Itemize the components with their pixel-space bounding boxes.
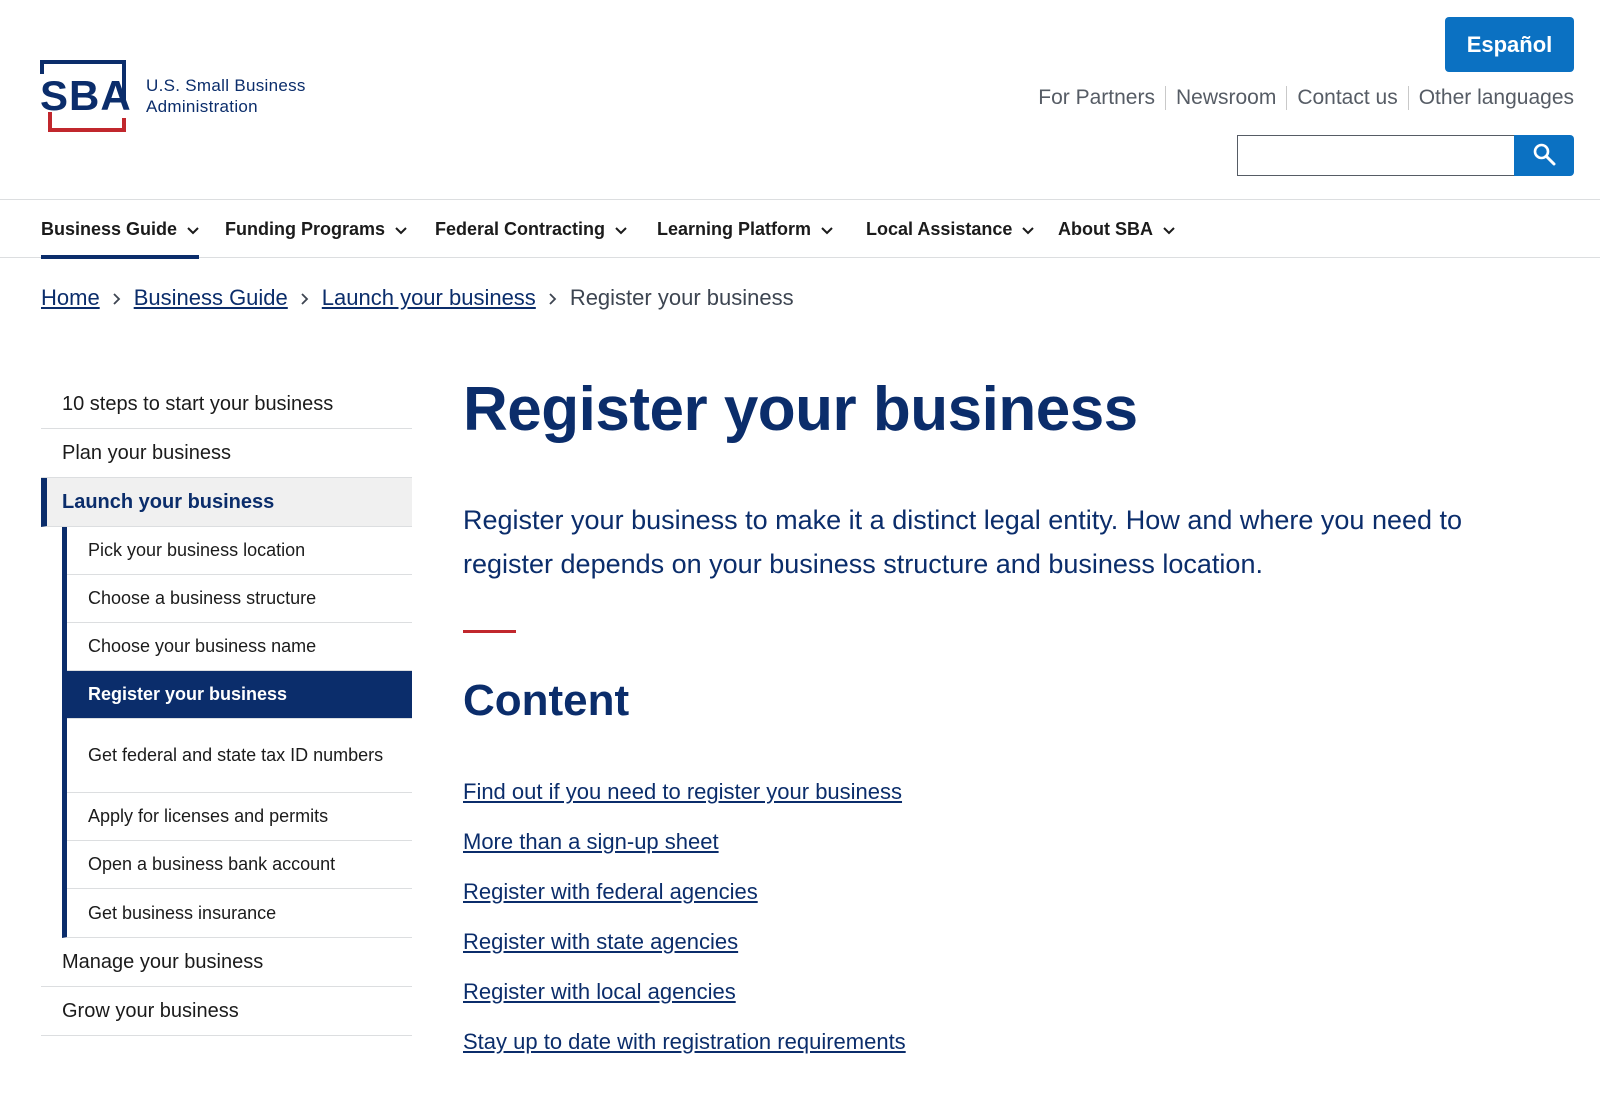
for-partners-link[interactable]: For Partners <box>1038 86 1165 110</box>
intro-paragraph: Register your business to make it a dist… <box>463 505 1463 579</box>
nav-learning-platform[interactable]: Learning Platform <box>657 200 833 258</box>
espanol-button[interactable]: Español <box>1445 17 1574 72</box>
logo-line-2: Administration <box>146 97 258 116</box>
nav-funding-programs[interactable]: Funding Programs <box>225 200 407 258</box>
sidebar-sub-item-name[interactable]: Choose your business name <box>67 623 412 671</box>
breadcrumb-launch-your-business[interactable]: Launch your business <box>322 285 536 311</box>
sidebar-sub-item-licenses[interactable]: Apply for licenses and permits <box>67 793 412 841</box>
table-of-contents: Find out if you need to register your bu… <box>463 779 1563 1079</box>
accent-divider <box>463 630 516 633</box>
nav-label: About SBA <box>1058 218 1153 239</box>
list-item: Register with state agencies <box>463 929 1563 979</box>
contact-us-link[interactable]: Contact us <box>1286 86 1407 110</box>
nav-label: Local Assistance <box>866 218 1013 239</box>
toc-link-stay-up-to-date[interactable]: Stay up to date with registration requir… <box>463 1029 906 1054</box>
chevron-down-icon <box>821 219 833 240</box>
chevron-down-icon <box>615 219 627 240</box>
chevron-down-icon <box>1163 219 1175 240</box>
nav-federal-contracting[interactable]: Federal Contracting <box>435 200 627 258</box>
nav-label: Funding Programs <box>225 218 386 239</box>
nav-label: Learning Platform <box>657 218 812 239</box>
list-item: Register with local agencies <box>463 979 1563 1029</box>
toc-link-find-out[interactable]: Find out if you need to register your bu… <box>463 779 902 804</box>
chevron-right-icon <box>549 285 557 311</box>
breadcrumb: Home Business Guide Launch your business… <box>41 285 794 311</box>
nav-local-assistance[interactable]: Local Assistance <box>866 200 1035 258</box>
logo-line-1: U.S. Small Business <box>146 76 306 95</box>
sba-logo[interactable]: SBA U.S. Small Business Administration <box>40 60 306 132</box>
chevron-right-icon <box>113 285 121 311</box>
search-form <box>1237 135 1574 176</box>
toc-link-local[interactable]: Register with local agencies <box>463 979 736 1004</box>
sidebar-item-plan[interactable]: Plan your business <box>41 429 412 478</box>
breadcrumb-current: Register your business <box>569 285 794 310</box>
site-header: SBA U.S. Small Business Administration E… <box>0 0 1600 200</box>
utility-links: For Partners Newsroom Contact us Other l… <box>1038 86 1574 110</box>
sidebar-sub-item-insurance[interactable]: Get business insurance <box>67 889 412 937</box>
sidebar-sub-item-register[interactable]: Register your business <box>67 671 412 719</box>
nav-business-guide[interactable]: Business Guide <box>41 200 200 259</box>
chevron-down-icon <box>1022 219 1035 240</box>
page-title: Register your business <box>463 375 1138 444</box>
breadcrumb-business-guide[interactable]: Business Guide <box>134 285 288 311</box>
search-button[interactable] <box>1514 135 1574 176</box>
sidebar-sub-item-location[interactable]: Pick your business location <box>67 527 412 575</box>
search-input[interactable] <box>1237 135 1514 176</box>
nav-about-sba[interactable]: About SBA <box>1058 200 1175 258</box>
list-item: Register with federal agencies <box>463 879 1563 929</box>
sba-logo-mark: SBA <box>40 60 132 132</box>
sidebar-sub-item-bank-account[interactable]: Open a business bank account <box>67 841 412 889</box>
side-navigation: 10 steps to start your business Plan you… <box>41 380 412 1036</box>
sba-logo-text: U.S. Small Business Administration <box>146 75 306 117</box>
svg-text:SBA: SBA <box>40 72 132 119</box>
sidebar-item-10-steps[interactable]: 10 steps to start your business <box>41 380 412 429</box>
chevron-down-icon <box>187 219 199 240</box>
breadcrumb-home[interactable]: Home <box>41 285 100 311</box>
list-item: More than a sign-up sheet <box>463 829 1563 879</box>
other-languages-link[interactable]: Other languages <box>1407 86 1574 110</box>
sidebar-sub-item-structure[interactable]: Choose a business structure <box>67 575 412 623</box>
primary-nav: Business Guide Funding Programs Federal … <box>0 200 1600 259</box>
main-content: Register your business Register your bus… <box>463 370 1563 1079</box>
sidebar-item-manage[interactable]: Manage your business <box>41 938 412 987</box>
sidebar-sub-list: Pick your business location Choose a bus… <box>62 527 412 938</box>
newsroom-link[interactable]: Newsroom <box>1164 86 1286 110</box>
sidebar-item-launch[interactable]: Launch your business <box>41 478 412 527</box>
list-item: Find out if you need to register your bu… <box>463 779 1563 829</box>
toc-link-federal[interactable]: Register with federal agencies <box>463 879 758 904</box>
toc-link-sign-up-sheet[interactable]: More than a sign-up sheet <box>463 829 719 854</box>
nav-label: Federal Contracting <box>435 218 606 239</box>
toc-link-state[interactable]: Register with state agencies <box>463 929 738 954</box>
search-icon <box>1532 142 1556 169</box>
content-heading: Content <box>463 676 630 725</box>
nav-label: Business Guide <box>41 218 178 239</box>
chevron-right-icon <box>301 285 309 311</box>
sidebar-sub-item-tax-id[interactable]: Get federal and state tax ID numbers <box>67 719 412 793</box>
sidebar-item-grow[interactable]: Grow your business <box>41 987 412 1036</box>
chevron-down-icon <box>395 219 407 240</box>
list-item: Stay up to date with registration requir… <box>463 1029 1563 1079</box>
